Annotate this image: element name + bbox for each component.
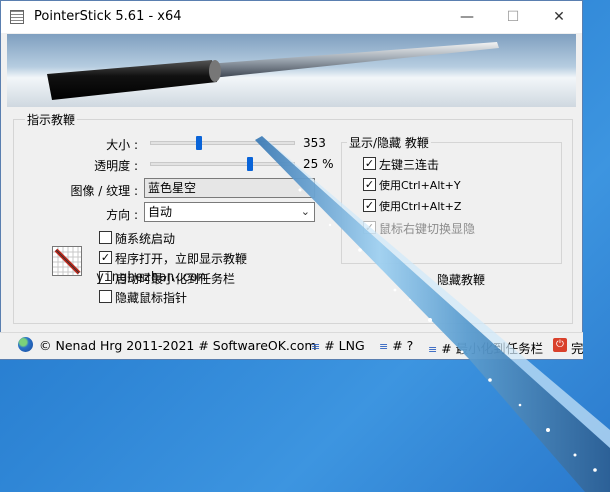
program-icon bbox=[52, 246, 82, 276]
size-slider-track[interactable] bbox=[150, 141, 295, 145]
direction-value: 自动 bbox=[148, 205, 173, 219]
menu-lines-icon: ≡ bbox=[428, 343, 438, 356]
autostart-checkbox[interactable] bbox=[99, 231, 112, 244]
image-texture-value: 蓝色星空 bbox=[148, 181, 197, 195]
language-menu[interactable]: ≡ # LNG bbox=[311, 338, 365, 353]
hide-mouse-checkbox[interactable] bbox=[99, 290, 112, 303]
triple-click-checkbox[interactable]: ✓ bbox=[363, 157, 376, 170]
language-menu-label: # LNG bbox=[324, 338, 365, 353]
close-button[interactable]: ✕ bbox=[536, 1, 582, 33]
chevron-down-icon: ⌄ bbox=[300, 205, 310, 218]
right-click-toggle-checkbox: ✓ bbox=[363, 221, 376, 234]
opacity-label: 透明度 : bbox=[94, 159, 138, 173]
direction-select[interactable]: 自动 ⌄ bbox=[144, 202, 315, 222]
opacity-slider-track[interactable] bbox=[150, 162, 295, 166]
ctrl-alt-y-label: 使用Ctrl+Alt+Y bbox=[379, 179, 461, 192]
power-icon[interactable]: ⏻ bbox=[553, 338, 567, 352]
ctrl-alt-z-label: 使用Ctrl+Alt+Z bbox=[379, 200, 462, 213]
menu-lines-icon: ≡ bbox=[311, 340, 321, 353]
title-bar[interactable]: PointerStick 5.61 - x64 — ☐ ✕ bbox=[1, 1, 582, 33]
maximize-button[interactable]: ☐ bbox=[490, 1, 536, 33]
help-menu[interactable]: ≡ # ? bbox=[379, 338, 413, 353]
pointer-banner-image bbox=[7, 34, 576, 107]
opacity-value: 25 % bbox=[303, 157, 334, 171]
exit-label[interactable]: 完 bbox=[571, 338, 584, 357]
show-on-open-checkbox[interactable]: ✓ bbox=[99, 251, 112, 264]
hide-mouse-label: 隐藏鼠标指针 bbox=[115, 291, 188, 305]
hotkey-group-legend: 显示/隐藏 教鞭 bbox=[347, 134, 431, 151]
autostart-label: 随系统启动 bbox=[115, 232, 176, 246]
copyright-link[interactable]: © Nenad Hrg 2011-2021 # SoftwareOK.com bbox=[39, 338, 317, 353]
size-slider-thumb[interactable] bbox=[195, 136, 202, 150]
menu-lines-icon: ≡ bbox=[379, 340, 389, 353]
minimize-button[interactable]: — bbox=[444, 1, 490, 33]
minimize-to-tray-menu[interactable]: ≡ # 最小化到任务栏 bbox=[428, 338, 543, 357]
help-menu-label: # ? bbox=[392, 338, 414, 353]
image-label: 图像 / 纹理 : bbox=[70, 184, 138, 198]
right-click-toggle-label: 鼠标右键切换显隐 bbox=[379, 222, 476, 236]
pointer-group-legend: 指示教鞭 bbox=[25, 111, 78, 128]
ctrl-alt-z-checkbox[interactable]: ✓ bbox=[363, 199, 376, 212]
globe-icon[interactable] bbox=[18, 337, 33, 352]
watermark-text: yinghezhan.com bbox=[96, 270, 206, 285]
opacity-slider-thumb[interactable] bbox=[247, 157, 254, 171]
minimize-to-tray-label: # 最小化到任务栏 bbox=[441, 341, 544, 356]
hide-pointer-button[interactable]: 隐藏教鞭 bbox=[416, 268, 506, 292]
triple-click-label: 左键三连击 bbox=[379, 158, 440, 172]
image-texture-select[interactable]: 蓝色星空 bbox=[144, 178, 315, 198]
ctrl-alt-y-checkbox[interactable]: ✓ bbox=[363, 178, 376, 191]
size-label: 大小 : bbox=[106, 138, 138, 152]
window-title: PointerStick 5.61 - x64 bbox=[34, 9, 182, 24]
show-on-open-label: 程序打开，立即显示教鞭 bbox=[115, 252, 248, 266]
app-icon bbox=[10, 10, 24, 24]
size-value: 353 bbox=[303, 136, 326, 150]
direction-label: 方向 : bbox=[106, 208, 138, 222]
